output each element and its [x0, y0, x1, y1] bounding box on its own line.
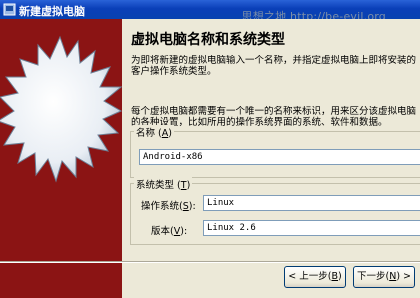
next-button[interactable]: 下一步(N) > — [353, 266, 415, 288]
intro-text: 为即将新建的虚拟电脑输入一个名称，并指定虚拟电脑上即将安装的客户操作系统类型。 — [131, 55, 417, 77]
version-select[interactable]: Linux 2.6 — [203, 220, 420, 236]
os-type-group: 系统类型 (T) 操作系统(S): Linux 版本(V): Linux 2.6 — [130, 177, 420, 245]
name-group: 名称 (A) Android-x86 — [130, 125, 420, 178]
os-label: 操作系统(S): — [141, 201, 196, 212]
back-button[interactable]: < 上一步(B) — [284, 266, 346, 288]
window-title: 新建虚拟电脑 — [19, 5, 85, 18]
os-type-group-legend: 系统类型 (T) — [134, 177, 193, 191]
page-heading: 虚拟电脑名称和系统类型 — [131, 32, 285, 48]
name-group-legend: 名称 (A) — [134, 125, 174, 139]
app-icon — [3, 3, 16, 16]
wizard-side-image — [0, 19, 122, 298]
description-text: 每个虚拟电脑都需要有一个唯一的名称来标识，用来区分该虚拟电脑的各种设置，比如所用… — [131, 106, 417, 128]
vm-name-input[interactable]: Android-x86 — [139, 149, 420, 165]
button-separator — [0, 261, 420, 263]
version-label: 版本(V): — [151, 226, 188, 237]
starburst-graphic — [0, 19, 122, 298]
wizard-content: 虚拟电脑名称和系统类型 为即将新建的虚拟电脑输入一个名称，并指定虚拟电脑上即将安… — [122, 19, 420, 298]
os-select[interactable]: Linux — [203, 195, 420, 211]
